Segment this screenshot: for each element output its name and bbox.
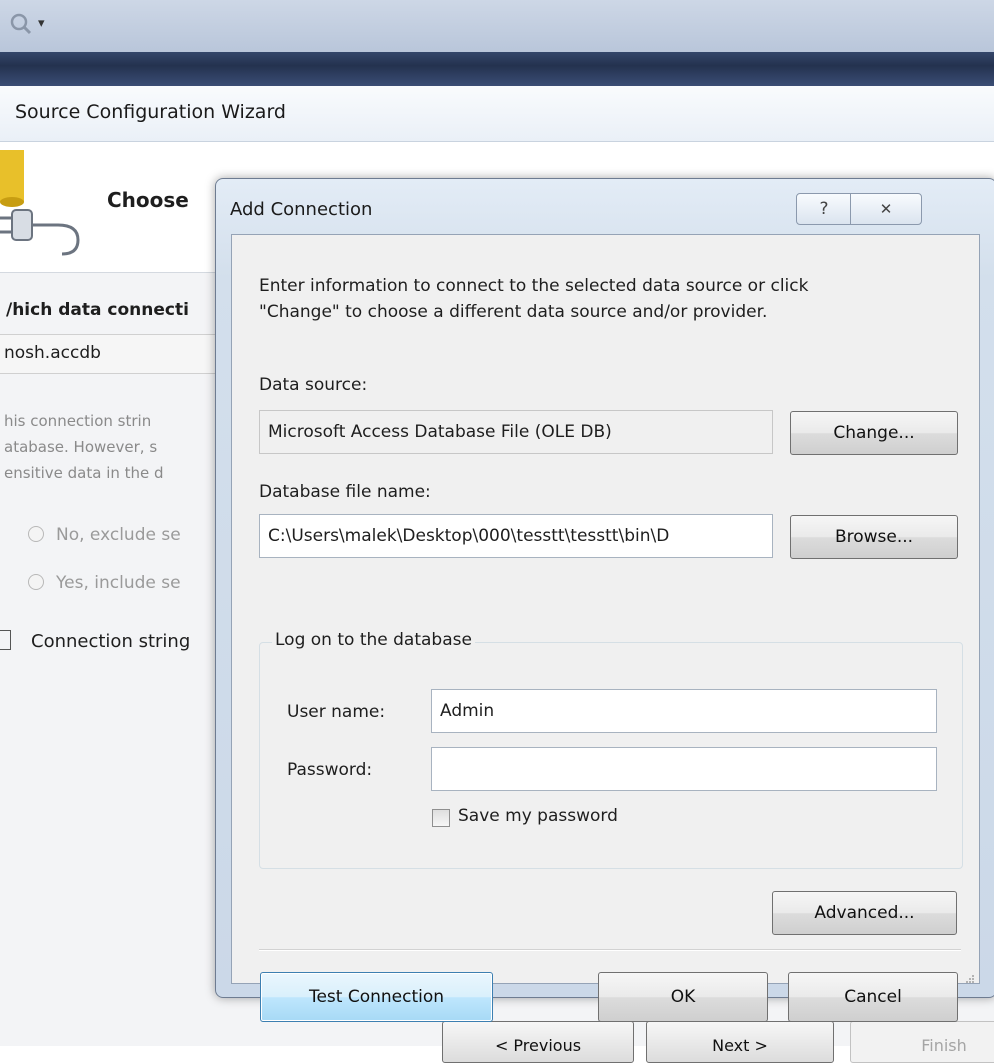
password-label: Password: — [287, 760, 373, 780]
wizard-heading: Choose — [107, 188, 189, 212]
help-button[interactable]: ? — [796, 193, 852, 225]
wizard-title: Source Configuration Wizard — [15, 101, 286, 123]
radio-exclude-sensitive[interactable]: No, exclude se — [28, 525, 181, 545]
dialog-separator — [259, 949, 961, 951]
password-input[interactable] — [431, 747, 937, 791]
cancel-button[interactable]: Cancel — [788, 972, 958, 1022]
find-icon[interactable] — [8, 12, 34, 36]
previous-button[interactable]: < Previous — [442, 1021, 634, 1063]
username-input[interactable]: Admin — [431, 689, 937, 733]
test-connection-button[interactable]: Test Connection — [260, 972, 493, 1022]
logon-group-label: Log on to the database — [272, 630, 475, 650]
connection-description: his connection strin atabase. However, s… — [4, 408, 164, 486]
change-button[interactable]: Change... — [790, 411, 958, 455]
connection-combo-value: nosh.accdb — [4, 343, 101, 363]
show-connection-string-checkbox[interactable]: Connection string — [0, 630, 190, 652]
ide-toolbar: ▾ — [0, 0, 994, 52]
advanced-button[interactable]: Advanced... — [772, 891, 957, 935]
ide-window-band — [0, 52, 994, 86]
connection-question: /hich data connecti — [6, 300, 189, 320]
database-plug-icon — [0, 150, 92, 262]
add-connection-dialog: Add Connection ? ✕ Enter information to … — [215, 178, 994, 1022]
checkbox-label: Connection string — [31, 631, 191, 652]
radio-icon — [28, 526, 44, 542]
close-icon: ✕ — [879, 200, 893, 218]
ok-button[interactable]: OK — [598, 972, 768, 1022]
username-label: User name: — [287, 702, 386, 722]
description-line: ensitive data in the d — [4, 464, 164, 482]
connection-combo[interactable]: nosh.accdb — [0, 334, 215, 374]
radio-icon — [28, 574, 44, 590]
dialog-client-area: Enter information to connect to the sele… — [231, 234, 980, 1022]
radio-exclude-label: No, exclude se — [56, 525, 181, 545]
resize-grip-icon[interactable] — [965, 969, 975, 983]
instructions-line: Enter information to connect to the sele… — [259, 276, 809, 296]
description-line: atabase. However, s — [4, 438, 158, 456]
checkbox-icon — [0, 630, 11, 650]
description-line: his connection strin — [4, 412, 152, 430]
radio-include-sensitive[interactable]: Yes, include se — [28, 573, 181, 593]
browse-button[interactable]: Browse... — [790, 515, 958, 559]
dialog-title: Add Connection — [230, 199, 373, 220]
radio-include-label: Yes, include se — [56, 573, 181, 593]
finish-button[interactable]: Finish — [850, 1021, 994, 1063]
save-password-checkbox[interactable] — [432, 809, 450, 827]
database-file-label: Database file name: — [259, 482, 431, 502]
data-source-field: Microsoft Access Database File (OLE DB) — [259, 410, 773, 454]
instructions-line: "Change" to choose a different data sour… — [259, 302, 768, 322]
data-source-label: Data source: — [259, 375, 368, 395]
database-file-input[interactable]: C:\Users\malek\Desktop\000\tesstt\tesstt… — [259, 514, 773, 558]
close-button[interactable]: ✕ — [850, 193, 922, 225]
dialog-instructions: Enter information to connect to the sele… — [259, 273, 959, 325]
toolbar-dropdown-icon[interactable]: ▾ — [38, 16, 45, 31]
help-icon: ? — [819, 199, 829, 219]
next-button[interactable]: Next > — [646, 1021, 834, 1063]
save-password-label: Save my password — [458, 806, 618, 826]
